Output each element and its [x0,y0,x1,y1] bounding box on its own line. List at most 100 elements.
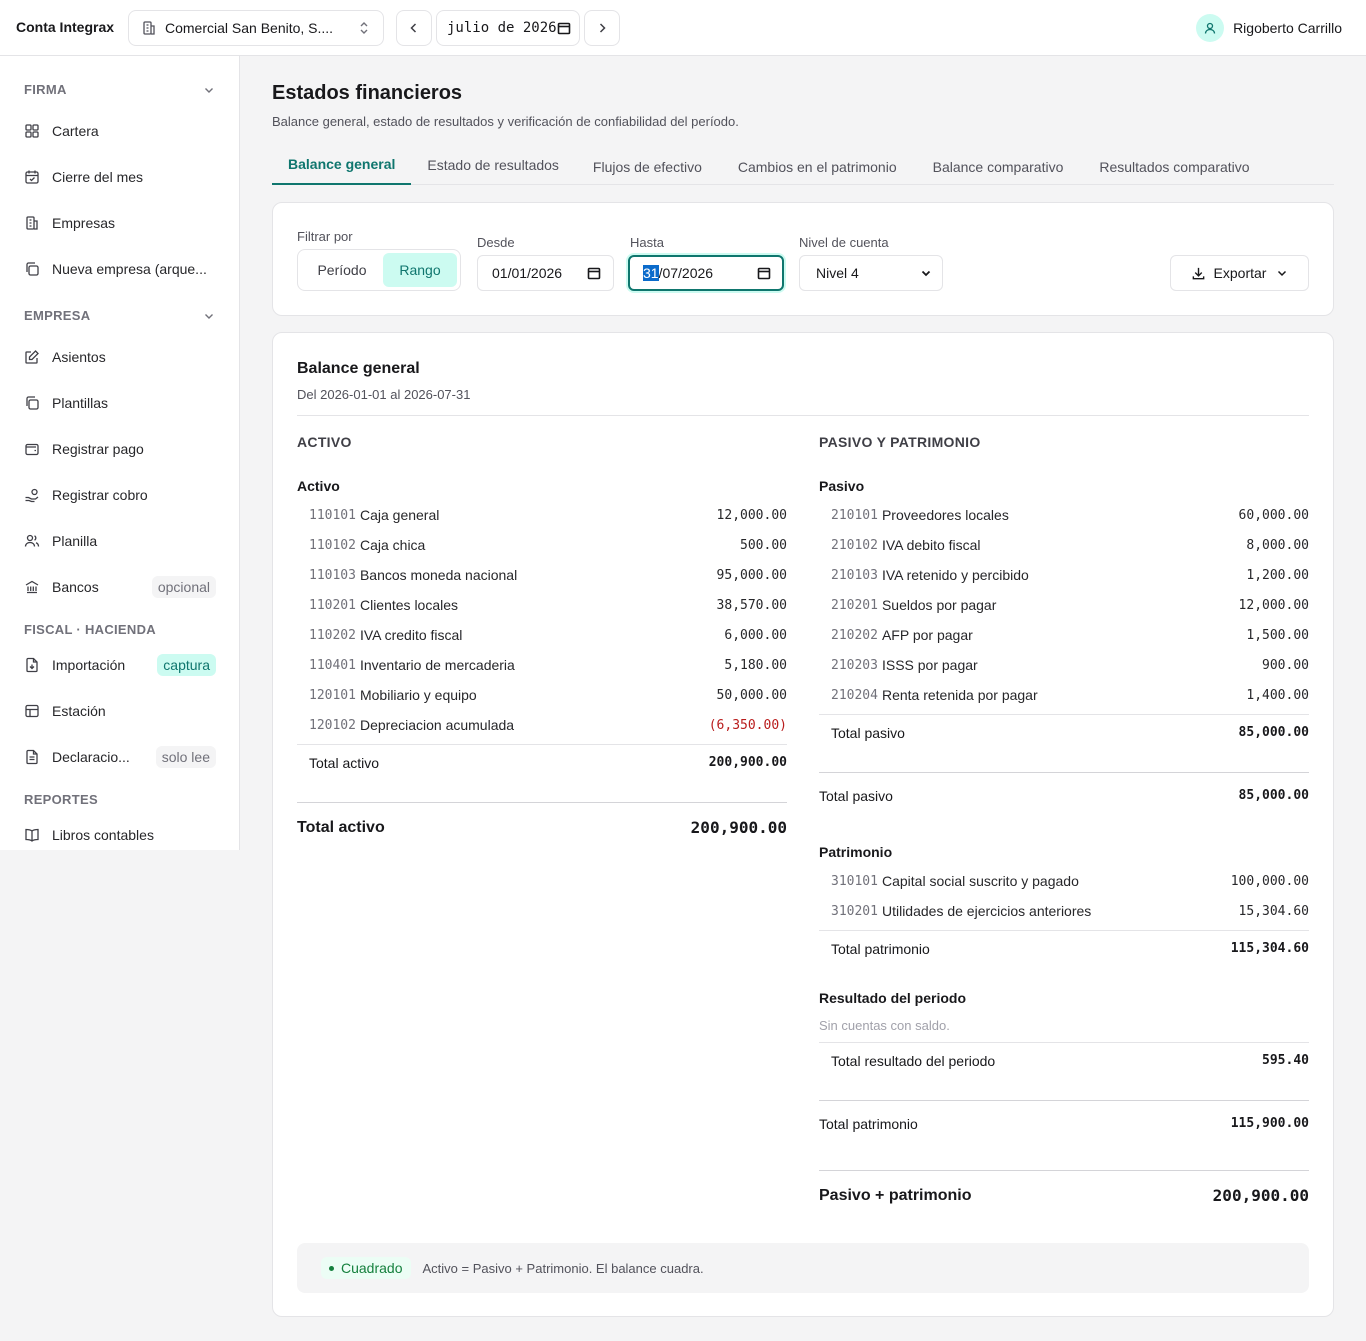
sidebar-item-label: Libros contables [52,827,154,843]
status-message: Activo = Pasivo + Patrimonio. El balance… [422,1260,704,1276]
to-label: Hasta [630,235,664,250]
from-date-input[interactable]: 01/01/2026 [477,255,614,291]
sidebar-section-empresa[interactable]: EMPRESA [24,308,216,323]
sidebar-item-importacion[interactable]: Importación captura [24,650,216,680]
wallet-icon [25,443,39,456]
user-menu[interactable]: Rigoberto Carrillo [1196,14,1342,42]
calendar-check-icon [25,170,39,184]
tab-balance-comparativo[interactable]: Balance comparativo [915,148,1082,185]
account-amount: 5,180.00 [724,657,787,673]
copy-icon [26,396,39,410]
account-name: IVA credito fiscal [359,627,463,643]
sidebar-section-firma[interactable]: FIRMA [24,82,216,97]
next-month-button[interactable] [584,10,620,46]
download-icon [1192,267,1204,279]
tab-cambios-en-el-patrimonio[interactable]: Cambios en el patrimonio [720,148,915,185]
chevron-left-icon [410,23,417,33]
assets-group-title: Activo [297,478,340,494]
range-option[interactable]: Rango [383,253,457,287]
previous-month-button[interactable] [396,10,432,46]
sidebar-item-nueva-empresa[interactable]: Nueva empresa (arque... [24,254,216,284]
company-selector[interactable]: Comercial San Benito, S.... [128,10,384,46]
report-title: Balance general [297,360,420,377]
calendar-icon[interactable] [587,266,601,280]
grand-total-row: Pasivo + patrimonio 200,900.00 [819,1170,1309,1220]
tab-estado-de-resultados[interactable]: Estado de resultados [411,148,575,185]
sidebar-item-estacion[interactable]: Estación [24,696,216,726]
account-code: 310201 [831,903,878,919]
sidebar-item-cartera[interactable]: Cartera [24,116,216,146]
subtotal-label: Total resultado del periodo [831,1052,996,1069]
sidebar-item-registrar-pago[interactable]: Registrar pago [24,434,216,464]
capture-badge: captura [157,654,216,676]
export-button[interactable]: Exportar [1170,255,1309,291]
account-amount: 6,000.00 [724,627,787,643]
account-code: 110202 [309,627,356,643]
chevrons-up-down-icon [360,22,368,34]
sidebar-item-empresas[interactable]: Empresas [24,208,216,238]
account-name: IVA retenido y percibido [881,567,1029,583]
sidebar-item-registrar-cobro[interactable]: Registrar cobro [24,480,216,510]
assets-subtotal-row: Total activo 200,900.00 [297,744,787,780]
table-icon [25,704,39,718]
calendar-icon[interactable] [757,266,771,280]
sidebar-item-label: Nueva empresa (arque... [52,261,207,277]
sidebar-item-bancos[interactable]: Bancos opcional [24,572,216,602]
tab-flujos-de-efectivo[interactable]: Flujos de efectivo [575,148,720,185]
sidebar-item-label: Empresas [52,215,116,231]
chevron-down-icon [921,270,931,277]
period-option[interactable]: Período [301,253,383,287]
account-name: Depreciacion acumulada [359,717,515,733]
subtotal-label: Total activo [309,754,380,771]
sidebar: FIRMA Cartera Cierre del mes Empresas Nu… [0,56,240,850]
report-period: Del 2026-01-01 al 2026-07-31 [297,387,471,402]
account-row: 210102 IVA debito fiscal 8,000.00 [819,530,1309,560]
account-code: 110103 [309,567,356,583]
sidebar-item-plantillas[interactable]: Plantillas [24,388,216,418]
account-row: 210101 Proveedores locales 60,000.00 [819,500,1309,530]
account-row: 120102 Depreciacion acumulada (6,350.00) [297,710,787,740]
account-name: Clientes locales [359,597,459,613]
users-icon [24,534,40,547]
total-amount: 115,900.00 [1230,1116,1309,1131]
equity-subtotal-row: Total patrimonio 115,304.60 [819,930,1309,966]
account-name: Inventario de mercaderia [359,657,515,673]
to-date-value: 31/07/2026 [643,265,757,281]
tab-balance-general[interactable]: Balance general [272,148,412,185]
tab-resultados-comparativo[interactable]: Resultados comparativo [1081,148,1267,185]
result-subtotal-row: Total resultado del periodo 595.40 [819,1042,1309,1078]
liabilities-subtotal-row: Total pasivo 85,000.00 [819,714,1309,750]
equity-total-row: Total patrimonio 115,900.00 [819,1100,1309,1146]
total-label: Total patrimonio [819,1115,918,1132]
sidebar-item-declaraciones[interactable]: Declaracio... solo lee [24,742,216,772]
account-name: Capital social suscrito y pagado [881,873,1079,889]
account-row: 210201 Sueldos por pagar 12,000.00 [819,590,1309,620]
sidebar-item-label: Estación [52,703,106,719]
account-name: Sueldos por pagar [881,597,997,613]
sidebar-item-label: Registrar cobro [52,487,148,503]
sidebar-item-label: Importación [52,657,126,673]
account-code: 210201 [831,597,878,613]
account-level-select[interactable]: Nivel 4 [799,255,943,291]
account-row: 110202 IVA credito fiscal 6,000.00 [297,620,787,650]
account-row: 210202 AFP por pagar 1,500.00 [819,620,1309,650]
liabilities-group-title: Pasivo [819,478,865,494]
subtotal-label: Total patrimonio [831,940,930,957]
account-amount: 100,000.00 [1230,873,1309,889]
month-input[interactable]: julio de 2026 [436,10,580,46]
sidebar-item-label: Bancos [52,579,99,595]
account-code: 210101 [831,507,878,523]
chevron-right-icon [599,23,606,33]
sidebar-item-planilla[interactable]: Planilla [24,526,216,556]
sidebar-item-cierre-del-mes[interactable]: Cierre del mes [24,162,216,192]
app-brand: Conta Integrax [16,19,115,35]
empty-accounts-note: Sin cuentas con saldo. [819,1018,950,1033]
to-date-day-selected: 31 [643,265,659,281]
sidebar-item-label: Cartera [52,123,99,139]
to-date-input[interactable]: 31/07/2026 [628,255,784,291]
account-name: Caja general [359,507,440,523]
sidebar-item-libros-contables[interactable]: Libros contables [24,820,216,850]
calendar-icon[interactable] [557,21,571,35]
sidebar-item-asientos[interactable]: Asientos [24,342,216,372]
file-import-icon [26,657,38,673]
